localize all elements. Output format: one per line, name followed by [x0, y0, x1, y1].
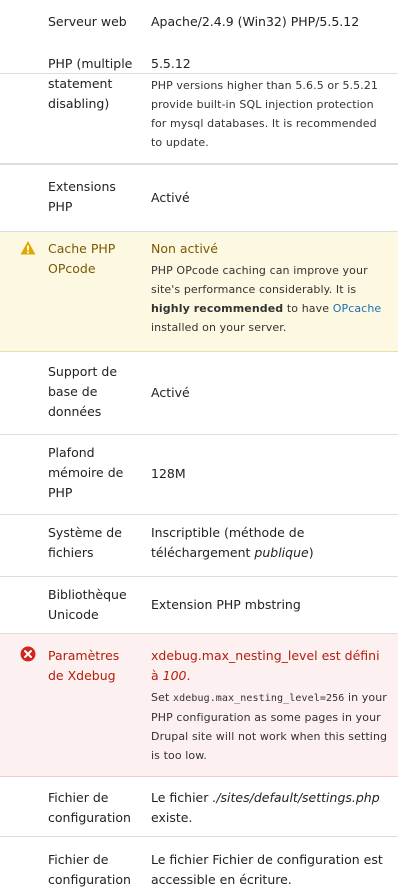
label-web-server: Serveur web [48, 14, 127, 29]
label-php-multiple-statement: PHP (multiple statement disabling) [48, 56, 133, 111]
memory-limit-amount: 128M [151, 466, 186, 481]
value-php: 5.5.12 PHP versions higher than 5.6.5 or… [151, 54, 391, 152]
row-opcode-cache: Cache PHP OPcode Non activé PHP OPcode c… [0, 232, 398, 352]
xdebug-level: 100 [162, 668, 187, 683]
warning-icon [20, 241, 36, 255]
label-opcode-cache: Cache PHP OPcode [48, 241, 116, 276]
label-file-system: Système de fichiers [48, 525, 122, 560]
row-xdebug-settings: Paramètres de Xdebug xdebug.max_nesting_… [0, 634, 398, 777]
opcode-cache-description: PHP OPcode caching can improve your site… [151, 261, 391, 337]
opcode-desc-strong: highly recommended [151, 302, 284, 315]
row-config-file-writable: Fichier de configuration Le fichier Fich… [0, 837, 398, 896]
config-file-exists-status: Le fichier ./sites/default/settings.php … [151, 788, 391, 828]
config-exists-text-2: existe. [151, 810, 193, 825]
value-unicode-library: Extension PHP mbstring [151, 595, 391, 615]
row-memory-limit: Plafond mémoire de PHP 128M [0, 435, 398, 515]
unicode-library-name: Extension PHP mbstring [151, 597, 301, 612]
label-unicode-library: Bibliothèque Unicode [48, 587, 127, 622]
php-version-description: PHP versions higher than 5.6.5 or 5.5.21… [151, 79, 379, 149]
web-server-version: Apache/2.4.9 (Win32) PHP/5.5.12 [151, 14, 360, 29]
xdebug-text-2: . [186, 668, 191, 683]
error-icon [20, 646, 36, 662]
label-xdebug-settings: Paramètres de Xdebug [48, 648, 120, 683]
xdebug-desc-text-1: Set [151, 691, 173, 704]
file-system-status: Inscriptible (méthode de téléchargement … [151, 523, 391, 563]
value-file-system: Inscriptible (méthode de téléchargement … [151, 523, 391, 563]
row-database-support: Support de base de données Activé [0, 352, 398, 435]
database-support-status: Activé [151, 385, 190, 400]
php-version: 5.5.12 [151, 56, 191, 71]
label-config-file-writable: Fichier de configuration [48, 852, 131, 887]
value-database-support: Activé [151, 383, 391, 403]
config-file-writable-status: Le fichier Fichier de configuration est … [151, 852, 383, 887]
xdebug-status: xdebug.max_nesting_level est défini à 10… [151, 646, 391, 686]
opcode-desc-text-2: to have [283, 302, 333, 315]
label-database-support: Support de base de données [48, 364, 118, 419]
row-config-file-exists: Fichier de configuration Le fichier ./si… [0, 777, 398, 837]
value-xdebug-settings: xdebug.max_nesting_level est défini à 10… [151, 646, 391, 765]
label-memory-limit: Plafond mémoire de PHP [48, 445, 124, 500]
opcode-desc-text-3: installed on your server. [151, 321, 287, 334]
row-file-system: Système de fichiers Inscriptible (méthod… [0, 515, 398, 577]
value-php-extensions: Activé [151, 188, 391, 208]
file-system-method: publique [254, 545, 309, 560]
row-unicode-library: Bibliothèque Unicode Extension PHP mbstr… [0, 577, 398, 634]
label-php-extensions: Extensions PHP [48, 179, 116, 214]
value-config-file-exists: Le fichier ./sites/default/settings.php … [151, 788, 391, 828]
opcode-desc-text-1: PHP OPcode caching can improve your site… [151, 264, 368, 296]
xdebug-desc-code: xdebug.max_nesting_level=256 [172, 693, 345, 704]
config-exists-text-1: Le fichier [151, 790, 213, 805]
row-php-multiple-statement: PHP (multiple statement disabling) 5.5.1… [0, 44, 398, 165]
config-file-path: ./sites/default/settings.php [212, 790, 380, 805]
xdebug-description: Set xdebug.max_nesting_level=256 in your… [151, 688, 391, 765]
value-web-server: Apache/2.4.9 (Win32) PHP/5.5.12 [151, 12, 391, 32]
opcache-link[interactable]: OPcache [333, 302, 382, 315]
file-system-text-2: ) [308, 545, 314, 560]
label-config-file-exists: Fichier de configuration [48, 790, 131, 825]
value-memory-limit: 128M [151, 464, 391, 484]
opcode-cache-status: Non activé [151, 241, 218, 256]
value-config-file-writable: Le fichier Fichier de configuration est … [151, 850, 391, 890]
row-php-extensions: Extensions PHP Activé [0, 165, 398, 232]
value-opcode-cache: Non activé PHP OPcode caching can improv… [151, 239, 391, 337]
php-extensions-status: Activé [151, 190, 190, 205]
